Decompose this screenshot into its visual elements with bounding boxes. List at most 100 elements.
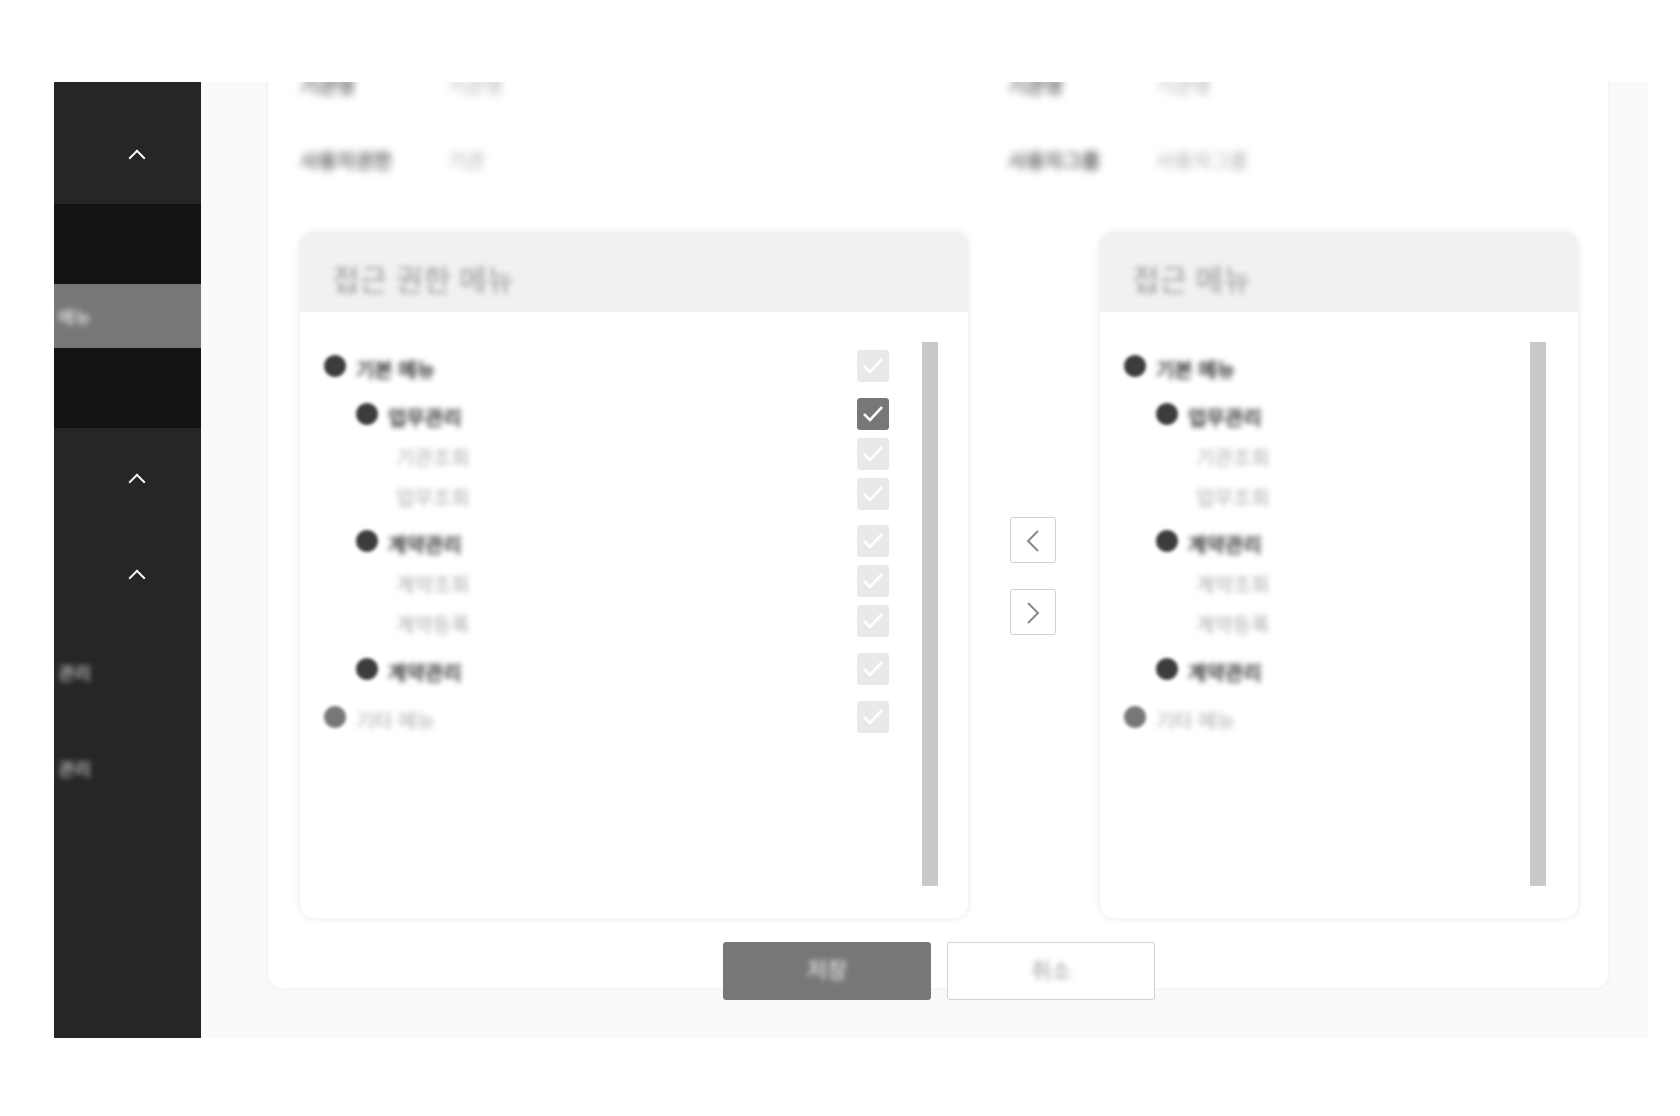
tree-item[interactable]: 기타 메뉴 bbox=[1100, 701, 1578, 733]
expand-toggle-icon[interactable] bbox=[356, 403, 378, 425]
check-icon bbox=[863, 613, 883, 629]
cancel-button[interactable]: 취소 bbox=[947, 942, 1155, 1000]
expand-toggle-icon[interactable] bbox=[1156, 403, 1178, 425]
panel-header: 접근 권한 메뉴 bbox=[300, 232, 968, 312]
panel-title: 접근 권한 메뉴 bbox=[332, 265, 515, 298]
expand-toggle-icon[interactable] bbox=[1124, 706, 1146, 728]
tree-item[interactable]: 계약등록 bbox=[1100, 605, 1578, 637]
main-content: 기관명 기관명 기관명 기관명 사용자권한 기관 사용자그룹 사용자그룹 접근 … bbox=[201, 82, 1648, 1038]
permission-card: 기관명 기관명 기관명 기관명 사용자권한 기관 사용자그룹 사용자그룹 접근 … bbox=[268, 82, 1608, 988]
panel-header: 접근 메뉴 bbox=[1100, 232, 1578, 312]
chevron-up-icon[interactable] bbox=[128, 473, 146, 491]
tree-item[interactable]: 계약관리 bbox=[300, 525, 968, 557]
tree-item-label: 계약관리 bbox=[1188, 535, 1262, 557]
tree-item-label: 기관조회 bbox=[1196, 448, 1270, 470]
tree-item-label: 업무조회 bbox=[396, 488, 470, 510]
menu-checkbox[interactable] bbox=[857, 605, 889, 637]
available-menu-panel: 접근 권한 메뉴 기본 메뉴 업무관리 기관조회 업무조회 계약관리 계약조회 계약등록 계약… bbox=[300, 232, 968, 918]
scrollbar[interactable] bbox=[1530, 342, 1546, 886]
info-value: 기관 bbox=[448, 151, 485, 173]
sidebar-group-3[interactable] bbox=[54, 524, 201, 620]
info-label: 기관명 bbox=[1008, 82, 1064, 98]
sidebar-group-2[interactable] bbox=[54, 428, 201, 524]
granted-menu-panel: 접근 메뉴 기본 메뉴 업무관리 기관조회 업무조회 계약관리 계약조회 계약등록 계약관리 기… bbox=[1100, 232, 1578, 918]
menu-checkbox[interactable] bbox=[857, 653, 889, 685]
tree-item-label: 기본 메뉴 bbox=[356, 360, 436, 382]
sidebar-group-1[interactable] bbox=[54, 82, 201, 204]
menu-checkbox[interactable] bbox=[857, 701, 889, 733]
expand-toggle-icon[interactable] bbox=[1124, 355, 1146, 377]
info-value: 기관명 bbox=[448, 82, 504, 98]
info-row-1: 기관명 기관명 기관명 기관명 bbox=[268, 82, 1608, 122]
check-icon bbox=[863, 661, 883, 677]
sidebar-item-3[interactable] bbox=[54, 348, 201, 428]
sidebar-item-label: 메뉴 bbox=[58, 308, 92, 328]
move-left-button[interactable] bbox=[1010, 517, 1056, 563]
expand-toggle-icon[interactable] bbox=[356, 658, 378, 680]
tree-item-label: 계약조회 bbox=[1196, 575, 1270, 597]
check-icon bbox=[863, 358, 883, 374]
tree-item-label: 계약조회 bbox=[396, 575, 470, 597]
tree-item[interactable]: 계약관리 bbox=[1100, 653, 1578, 685]
check-icon bbox=[863, 406, 883, 422]
menu-checkbox[interactable] bbox=[857, 398, 889, 430]
tree-item-label: 계약관리 bbox=[1188, 663, 1262, 685]
sidebar-item-7[interactable]: 관리 bbox=[54, 716, 201, 812]
menu-checkbox[interactable] bbox=[857, 525, 889, 557]
cancel-button-label: 취소 bbox=[1030, 959, 1072, 984]
tree-item[interactable]: 계약등록 bbox=[300, 605, 968, 637]
tree-item[interactable]: 업무조회 bbox=[1100, 478, 1578, 510]
sidebar-item-label: 관리 bbox=[58, 664, 92, 684]
info-row-2: 사용자권한 기관 사용자그룹 사용자그룹 bbox=[268, 122, 1608, 182]
menu-checkbox[interactable] bbox=[857, 438, 889, 470]
scrollbar[interactable] bbox=[922, 342, 938, 886]
app-window: 메뉴 관리 관리 기관명 기관명 기관명 기관명 사용자권한 기관 사용자그룹 … bbox=[54, 82, 1648, 1038]
expand-toggle-icon[interactable] bbox=[324, 706, 346, 728]
move-right-button[interactable] bbox=[1010, 589, 1056, 635]
expand-toggle-icon[interactable] bbox=[1156, 530, 1178, 552]
tree-item[interactable]: 기본 메뉴 bbox=[1100, 350, 1578, 382]
info-label: 기관명 bbox=[300, 82, 356, 98]
info-value: 기관명 bbox=[1156, 82, 1212, 98]
tree-item-label: 계약등록 bbox=[396, 615, 470, 637]
tree-item[interactable]: 기관조회 bbox=[1100, 438, 1578, 470]
tree-item-label: 업무조회 bbox=[1196, 488, 1270, 510]
tree-item[interactable]: 계약관리 bbox=[300, 653, 968, 685]
tree-item[interactable]: 기타 메뉴 bbox=[300, 701, 968, 733]
tree-item-label: 기본 메뉴 bbox=[1156, 360, 1236, 382]
tree-item[interactable]: 업무관리 bbox=[300, 398, 968, 430]
tree-item[interactable]: 계약관리 bbox=[1100, 525, 1578, 557]
expand-toggle-icon[interactable] bbox=[1156, 658, 1178, 680]
chevron-right-icon bbox=[1027, 602, 1040, 624]
panel-title: 접근 메뉴 bbox=[1132, 265, 1251, 298]
expand-toggle-icon[interactable] bbox=[324, 355, 346, 377]
menu-checkbox[interactable] bbox=[857, 478, 889, 510]
tree-item-label: 계약관리 bbox=[388, 663, 462, 685]
sidebar-item-label: 관리 bbox=[58, 760, 92, 780]
tree-item-label: 계약등록 bbox=[1196, 615, 1270, 637]
menu-checkbox[interactable] bbox=[857, 565, 889, 597]
chevron-up-icon[interactable] bbox=[128, 569, 146, 587]
save-button-label: 저장 bbox=[806, 958, 848, 983]
tree-item-label: 기타 메뉴 bbox=[356, 711, 436, 733]
chevron-up-icon[interactable] bbox=[128, 149, 146, 167]
info-value: 사용자그룹 bbox=[1156, 151, 1248, 173]
sidebar-item-6[interactable]: 관리 bbox=[54, 620, 201, 716]
tree-item-label: 계약관리 bbox=[388, 535, 462, 557]
tree-item-label: 업무관리 bbox=[1188, 408, 1262, 430]
tree-item[interactable]: 기본 메뉴 bbox=[300, 350, 968, 382]
chevron-left-icon bbox=[1026, 530, 1039, 552]
check-icon bbox=[863, 533, 883, 549]
sidebar-item-active[interactable]: 메뉴 bbox=[54, 284, 201, 348]
tree-item-label: 기타 메뉴 bbox=[1156, 711, 1236, 733]
tree-item-label: 기관조회 bbox=[396, 448, 470, 470]
tree-item[interactable]: 기관조회 bbox=[300, 438, 968, 470]
expand-toggle-icon[interactable] bbox=[356, 530, 378, 552]
tree-item[interactable]: 계약조회 bbox=[1100, 565, 1578, 597]
tree-item[interactable]: 업무관리 bbox=[1100, 398, 1578, 430]
menu-checkbox[interactable] bbox=[857, 350, 889, 382]
tree-item[interactable]: 업무조회 bbox=[300, 478, 968, 510]
sidebar-item-1[interactable] bbox=[54, 204, 201, 284]
tree-item[interactable]: 계약조회 bbox=[300, 565, 968, 597]
save-button[interactable]: 저장 bbox=[723, 942, 931, 1000]
